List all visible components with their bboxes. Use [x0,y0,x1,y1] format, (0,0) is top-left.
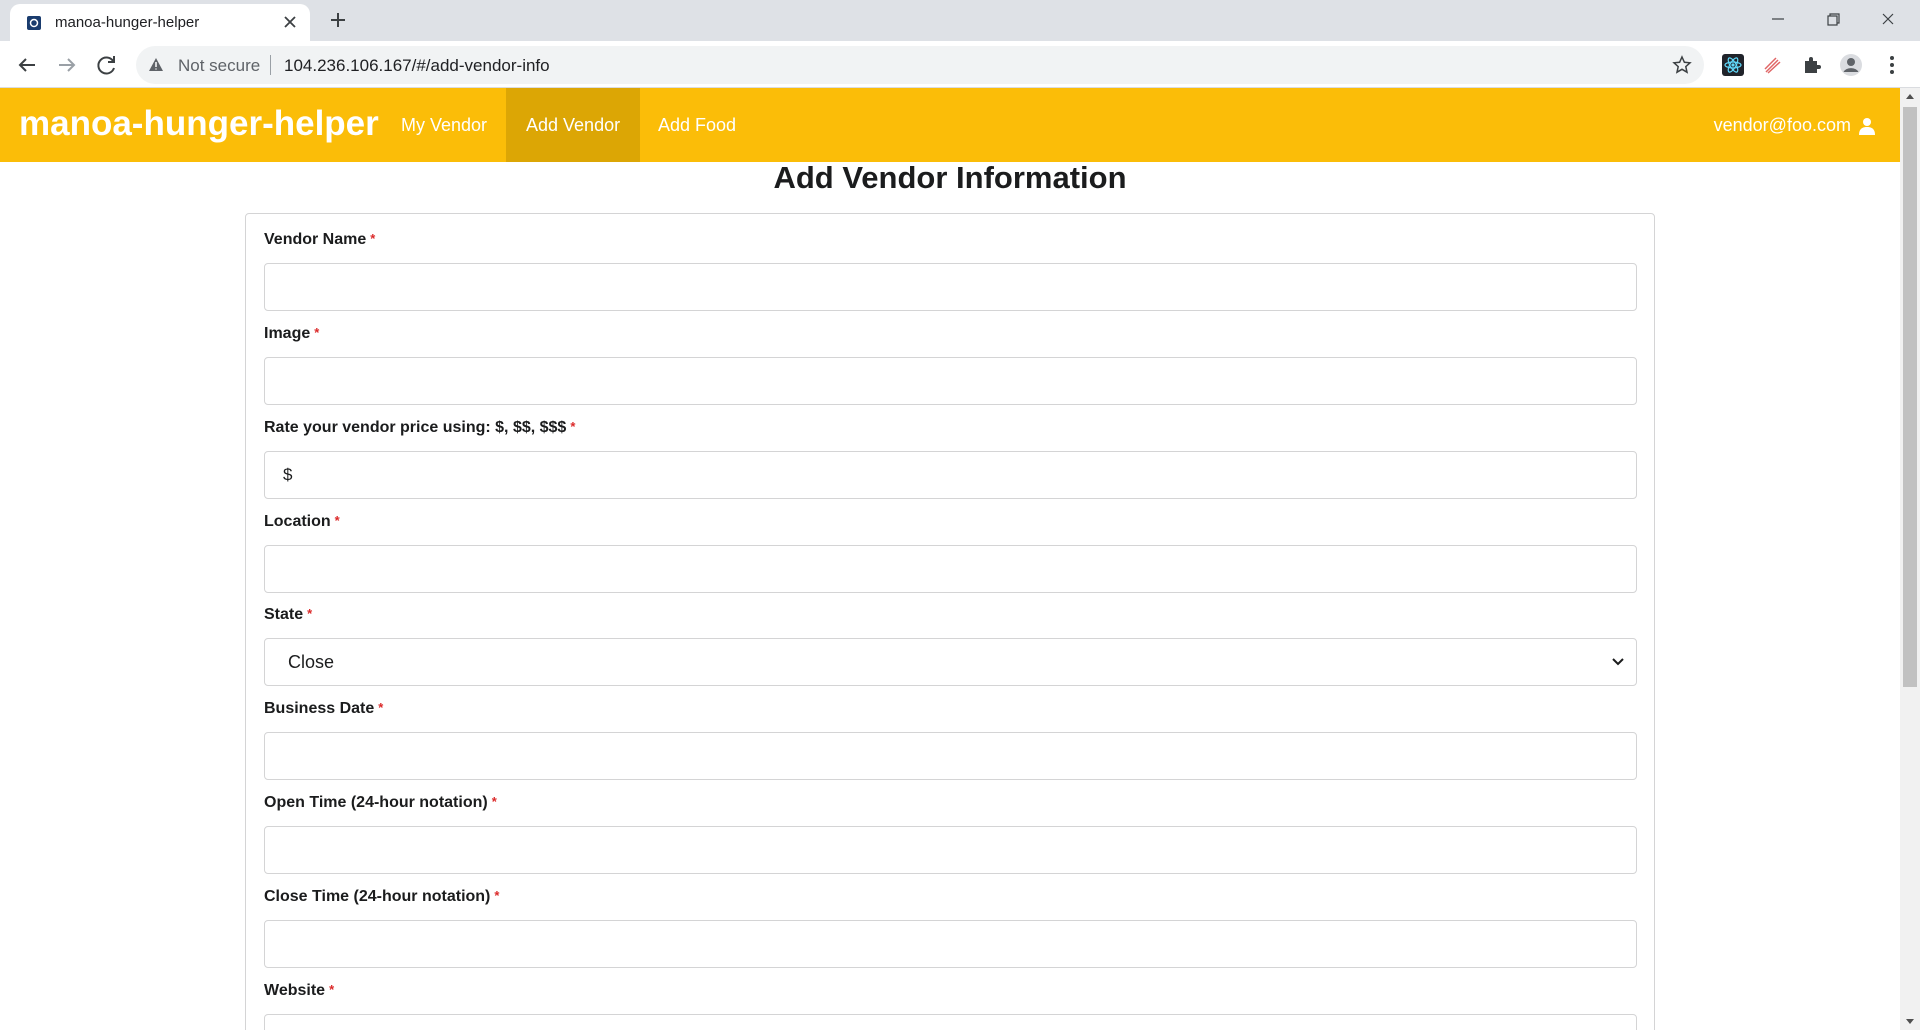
page-scrollbar[interactable] [1900,88,1920,1030]
scrollbar-thumb[interactable] [1903,107,1917,687]
vendor-name-input[interactable] [264,263,1637,311]
required-marker: * [329,982,335,997]
field-label: Vendor Name * [264,231,376,248]
price-field: Rate your vendor price using: $, $$, $$$… [264,419,1637,499]
required-marker: * [334,513,340,528]
security-label[interactable]: Not secure [178,56,260,76]
website-field: Website * [264,982,1637,1030]
close-time-field: Close Time (24-hour notation) * [264,888,1637,968]
state-select[interactable]: Close [264,638,1637,686]
user-menu[interactable]: vendor@foo.com [1714,88,1876,162]
vendor-name-field: Vendor Name * [264,231,1637,311]
user-email[interactable]: vendor@foo.com [1714,115,1851,135]
back-arrow-icon[interactable] [11,49,43,81]
open-time-input[interactable] [264,826,1637,874]
warning-icon[interactable] [148,57,164,73]
required-marker: * [370,231,376,246]
page-title: Add Vendor Information [773,160,1127,195]
business-date-input[interactable] [264,732,1637,780]
required-marker: * [314,325,320,340]
tab-title: manoa-hunger-helper [55,14,200,31]
brand-logo-text[interactable]: manoa-hunger-helper [19,104,379,144]
open-time-field: Open Time (24-hour notation) * [264,794,1637,874]
scroll-up-arrow-icon[interactable] [1900,88,1920,105]
restore-icon[interactable] [1810,4,1856,34]
website-input[interactable] [264,1014,1637,1030]
nav-link-my-vendor[interactable]: My Vendor [381,88,507,162]
vendor-form: Vendor Name * Image * Rate your vendor pri… [245,213,1655,1030]
image-input[interactable] [264,357,1637,405]
reload-icon[interactable] [91,49,123,81]
field-label: Website * [264,982,335,999]
required-marker: * [378,700,384,715]
chevron-down-icon [1612,658,1624,666]
extensions-puzzle-icon[interactable] [1800,53,1824,77]
business-date-field: Business Date * [264,700,1637,780]
browser-menu-icon[interactable] [1880,53,1904,77]
required-marker: * [570,419,576,434]
image-field: Image * [264,325,1637,405]
bookmark-star-icon[interactable] [1672,55,1692,75]
pen-extension-icon[interactable] [1761,53,1785,77]
field-label: Location * [264,513,340,530]
address-bar[interactable]: Not secure 104.236.106.167/#/add-vendor-… [136,46,1704,84]
browser-tab[interactable]: manoa-hunger-helper [10,4,310,41]
forward-arrow-icon[interactable] [51,49,83,81]
field-label: Close Time (24-hour notation) * [264,888,500,905]
field-label: Rate your vendor price using: $, $$, $$$… [264,419,576,436]
site-favicon-icon [27,16,41,30]
field-label: Open Time (24-hour notation) * [264,794,497,811]
url-text[interactable]: 104.236.106.167/#/add-vendor-info [284,56,550,76]
browser-tabstrip: manoa-hunger-helper [0,0,1920,41]
required-marker: * [494,888,500,903]
minimize-icon[interactable] [1755,4,1801,34]
browser-toolbar: Not secure 104.236.106.167/#/add-vendor-… [0,41,1920,88]
required-marker: * [307,606,313,621]
react-devtools-icon[interactable] [1721,53,1745,77]
field-label: Image * [264,325,320,342]
state-field: State * Close [264,606,1637,686]
app-navbar: manoa-hunger-helper My Vendor Add Vendor… [0,88,1900,162]
location-input[interactable] [264,545,1637,593]
close-time-input[interactable] [264,920,1637,968]
field-label: Business Date * [264,700,384,717]
close-window-icon[interactable] [1865,4,1911,34]
user-icon [1859,118,1875,136]
required-marker: * [491,794,497,809]
nav-link-add-vendor[interactable]: Add Vendor [506,88,641,162]
location-field: Location * [264,513,1637,593]
page-viewport: manoa-hunger-helper My Vendor Add Vendor… [0,88,1900,1030]
price-input[interactable]: $ [264,451,1637,499]
close-tab-icon[interactable] [278,10,302,34]
state-selected-value: Close [288,652,335,672]
scroll-down-arrow-icon[interactable] [1900,1013,1920,1030]
profile-avatar-icon[interactable] [1839,53,1863,77]
new-tab-icon[interactable] [326,8,350,32]
field-label: State * [264,606,313,623]
address-separator [270,55,271,75]
nav-link-add-food[interactable]: Add Food [638,88,756,162]
